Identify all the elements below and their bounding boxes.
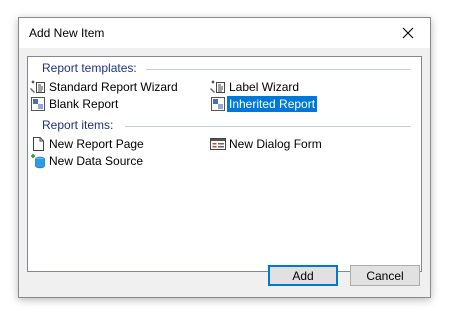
data-source-icon <box>31 154 45 169</box>
list-item-standard-report-wizard[interactable]: Standard Report Wizard <box>30 79 180 95</box>
list-item-new-report-page[interactable]: New Report Page <box>30 136 146 152</box>
wizard-icon <box>210 80 225 93</box>
group-divider <box>146 69 411 70</box>
group-header-report-items: Report items: <box>42 118 113 132</box>
wizard-icon <box>30 80 45 93</box>
dialog-title: Add New Item <box>29 26 105 40</box>
cancel-button[interactable]: Cancel <box>350 265 420 286</box>
group-divider <box>125 126 411 127</box>
list-item-blank-report[interactable]: Blank Report <box>30 96 120 112</box>
title-bar: Add New Item <box>19 18 430 48</box>
add-button[interactable]: Add <box>268 265 338 286</box>
dialog-form-icon <box>210 138 226 150</box>
list-item-label: New Report Page <box>49 137 144 151</box>
close-icon <box>402 27 414 39</box>
list-item-label: Label Wizard <box>229 80 300 94</box>
group-header-label: Report templates: <box>42 61 137 75</box>
list-item-label: New Data Source <box>49 154 144 168</box>
list-item-new-data-source[interactable]: New Data Source <box>30 153 145 169</box>
list-item-label: Standard Report Wizard <box>49 80 178 94</box>
list-item-new-dialog-form[interactable]: New Dialog Form <box>210 136 324 152</box>
cancel-button-label: Cancel <box>366 268 404 283</box>
page-icon <box>33 137 44 151</box>
close-button[interactable] <box>386 18 430 48</box>
report-icon <box>211 97 225 111</box>
report-icon <box>31 97 45 111</box>
group-header-label: Report items: <box>42 118 114 132</box>
list-item-label-wizard[interactable]: Label Wizard <box>210 79 301 95</box>
list-item-inherited-report[interactable]: Inherited Report <box>210 96 318 112</box>
list-item-label: New Dialog Form <box>229 137 322 151</box>
add-new-item-dialog: Add New Item Report templates: Standard <box>18 17 431 298</box>
item-list[interactable]: Report templates: Standard Report Wizard <box>27 56 422 272</box>
add-button-label: Add <box>292 268 314 283</box>
group-header-report-templates: Report templates: <box>42 61 137 75</box>
list-item-label: Inherited Report <box>227 96 318 112</box>
list-item-label: Blank Report <box>49 97 119 111</box>
